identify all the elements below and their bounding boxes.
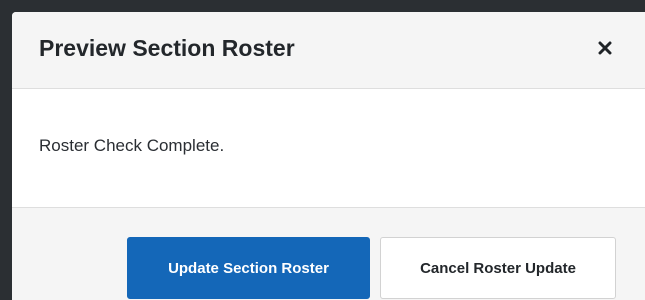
dialog-body: Roster Check Complete. [12, 89, 645, 207]
dialog-title: Preview Section Roster [39, 35, 295, 61]
close-icon [598, 41, 612, 55]
close-button[interactable] [591, 32, 619, 64]
preview-section-roster-dialog: Preview Section Roster Roster Check Comp… [12, 12, 645, 300]
status-message: Roster Check Complete. [39, 136, 225, 155]
update-section-roster-button[interactable]: Update Section Roster [127, 237, 370, 299]
dialog-footer: Update Section Roster Cancel Roster Upda… [12, 207, 645, 300]
cancel-roster-update-button[interactable]: Cancel Roster Update [380, 237, 616, 299]
dialog-header: Preview Section Roster [12, 12, 645, 89]
